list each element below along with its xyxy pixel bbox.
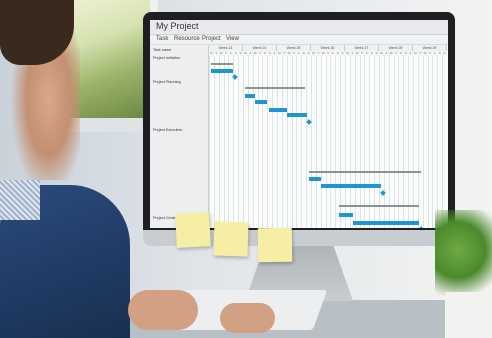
- grid-line: [413, 56, 414, 228]
- sticky-note: [213, 221, 249, 257]
- grid-line: [345, 56, 346, 228]
- grid-line: [315, 56, 317, 228]
- summary-bar[interactable]: [339, 205, 419, 207]
- grid-line: [408, 56, 410, 228]
- grid-line: [277, 56, 278, 228]
- grid-line: [364, 56, 366, 228]
- sticky-note: [257, 227, 293, 263]
- monitor-screen: My Project Task Resource Project View Ta…: [150, 20, 448, 228]
- task-bar[interactable]: [309, 177, 321, 181]
- app-titlebar: My Project: [150, 20, 448, 35]
- menu-project[interactable]: Project: [202, 35, 221, 44]
- photo-scene: My Project Task Resource Project View Ta…: [0, 0, 492, 338]
- grid-line: [398, 56, 400, 228]
- summary-bar[interactable]: [211, 63, 233, 65]
- task-bar[interactable]: [287, 113, 307, 117]
- task-bar[interactable]: [255, 100, 267, 104]
- grid-line: [427, 56, 429, 228]
- milestone-marker[interactable]: [380, 190, 386, 196]
- summary-bar[interactable]: [309, 171, 421, 173]
- sticky-note: [175, 212, 211, 248]
- grid-line: [311, 56, 312, 228]
- grid-line: [442, 56, 444, 228]
- grid-line: [393, 56, 395, 228]
- grid-line: [349, 56, 351, 228]
- grid-line: [247, 56, 249, 228]
- grid-line: [359, 56, 361, 228]
- grid-line: [286, 56, 288, 228]
- grid-line: [383, 56, 385, 228]
- grid-line: [306, 56, 308, 228]
- grid-line: [330, 56, 332, 228]
- person-collar: [0, 180, 40, 220]
- grid-line: [257, 56, 259, 228]
- grid-line: [325, 56, 327, 228]
- grid-line: [213, 56, 215, 228]
- grid-line: [291, 56, 293, 228]
- grid-line: [223, 56, 225, 228]
- menu-resource[interactable]: Resource: [174, 35, 200, 44]
- grid-line: [379, 56, 380, 228]
- grid-line: [218, 56, 220, 228]
- task-row[interactable]: Project Execution: [153, 128, 183, 133]
- app-menubar: Task Resource Project View: [150, 35, 448, 45]
- task-list-pane: Task name Project Initiation Project Plann…: [150, 45, 209, 228]
- task-row[interactable]: Task name: [153, 48, 171, 53]
- app-title: My Project: [156, 21, 199, 31]
- grid-line: [374, 56, 376, 228]
- task-bar[interactable]: [353, 221, 419, 225]
- summary-bar[interactable]: [245, 87, 305, 89]
- menu-task[interactable]: Task: [156, 35, 168, 44]
- task-row[interactable]: Project Initiation: [153, 56, 180, 61]
- grid-line: [262, 56, 264, 228]
- grid-line: [354, 56, 356, 228]
- grid-line: [238, 56, 240, 228]
- grid-line: [369, 56, 371, 228]
- grid-line: [228, 56, 230, 228]
- grid-line: [296, 56, 298, 228]
- grid-line: [272, 56, 274, 228]
- task-row[interactable]: Project Planning: [153, 80, 181, 85]
- grid-line: [422, 56, 424, 228]
- person-hand: [220, 303, 275, 333]
- grid-line: [281, 56, 283, 228]
- plant-pot: [445, 292, 492, 338]
- grid-line: [320, 56, 322, 228]
- grid-line: [403, 56, 405, 228]
- grid-line: [388, 56, 390, 228]
- task-bar[interactable]: [211, 69, 233, 73]
- task-bar[interactable]: [245, 94, 255, 98]
- grid-line: [267, 56, 269, 228]
- task-bar[interactable]: [269, 108, 287, 112]
- grid-line: [335, 56, 337, 228]
- grid-line: [301, 56, 303, 228]
- grid-line: [233, 56, 235, 228]
- menu-view[interactable]: View: [226, 35, 239, 44]
- task-bar[interactable]: [321, 184, 381, 188]
- grid-line: [432, 56, 434, 228]
- grid-line: [340, 56, 342, 228]
- gantt-chart: Week 23 M T W T F S S Week 24 M T W T F S S Week 25 M T W T F…: [209, 45, 448, 228]
- grid-line: [417, 56, 419, 228]
- grid-line: [437, 56, 439, 228]
- grid-line: [252, 56, 254, 228]
- grid-line: [209, 56, 210, 228]
- task-bar[interactable]: [339, 213, 353, 217]
- person-hand: [128, 290, 198, 330]
- grid-line: [243, 56, 244, 228]
